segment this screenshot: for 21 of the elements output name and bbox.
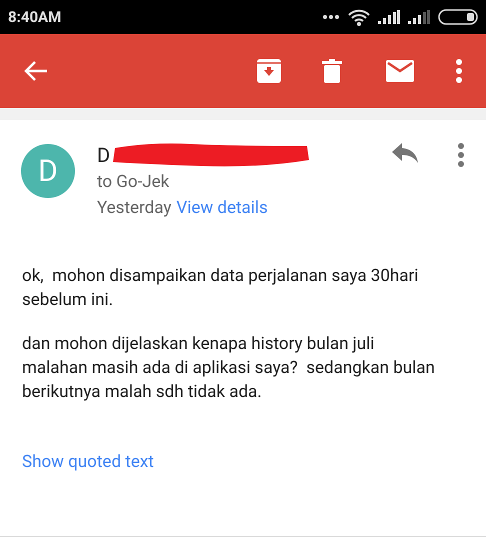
more-options-icon[interactable]	[456, 59, 462, 83]
date-text: Yesterday	[97, 197, 172, 220]
signal-icon	[408, 10, 430, 24]
delete-icon[interactable]	[322, 59, 342, 83]
more-options-icon[interactable]	[458, 143, 464, 167]
status-time: 8:40AM	[8, 6, 62, 28]
back-icon[interactable]	[24, 60, 48, 82]
battery-icon	[438, 9, 478, 25]
sender-name: D	[97, 142, 110, 169]
wifi-icon	[348, 8, 370, 26]
show-quoted-text-link[interactable]: Show quoted text	[22, 452, 154, 472]
more-notifications-icon	[322, 14, 340, 20]
message-paragraph: ok, mohon disampaikan data perjalanan saya 30hari sebelum ini.	[22, 265, 420, 312]
sender-avatar: D	[21, 144, 75, 198]
archive-icon[interactable]	[256, 58, 282, 84]
reply-icon[interactable]	[392, 143, 418, 163]
recipient-text: to Go-Jek	[97, 171, 170, 194]
mail-icon[interactable]	[386, 60, 414, 82]
signal-icon	[378, 10, 400, 24]
message-paragraph: dan mohon dijelaskan kenapa history bulan juli malahan masih ada di aplikasi saya? sedangkan bulan berikutnya malah sdh tidak ada.	[22, 333, 436, 404]
view-details-link[interactable]: View details	[176, 195, 268, 221]
